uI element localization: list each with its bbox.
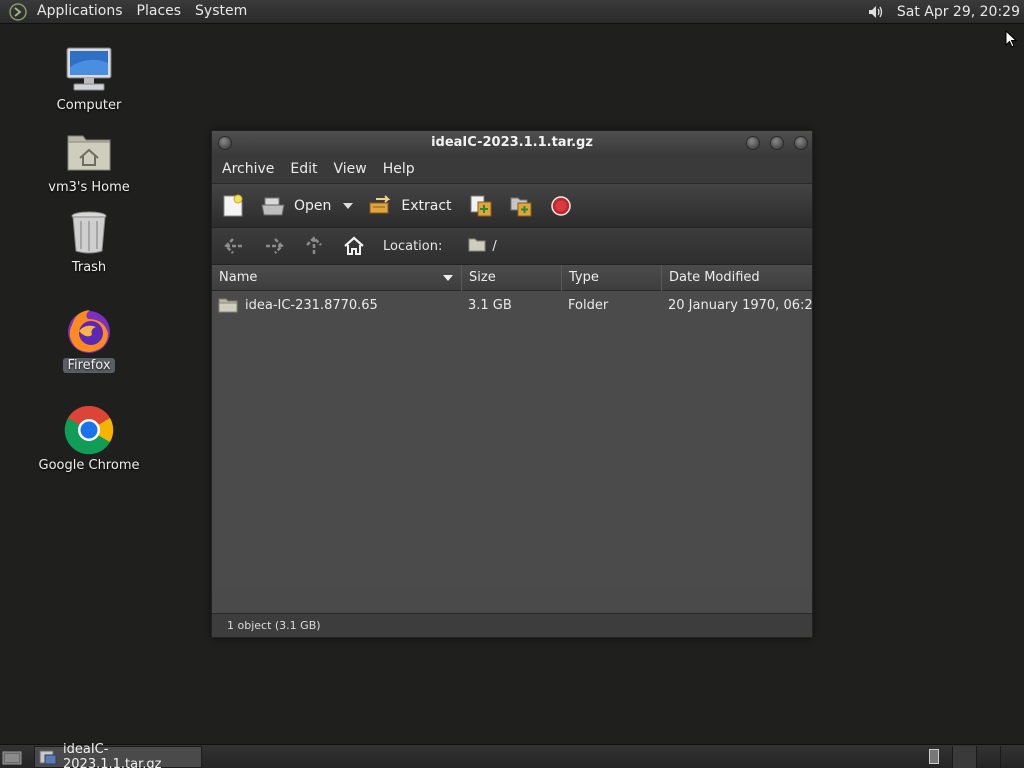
extract-icon [367,193,393,219]
taskbar-window-label: ideaIC-2023.1.1.tar.gz [63,741,162,768]
applications-menu[interactable]: Applications [30,0,130,24]
workspace-1[interactable] [952,745,976,768]
trash-applet-icon[interactable] [922,746,946,768]
menu-help[interactable]: Help [377,161,421,177]
menu-view[interactable]: View [328,161,373,177]
file-size: 3.1 GB [468,297,512,313]
up-arrow-icon[interactable] [300,232,328,260]
extract-label: Extract [401,197,452,214]
desktop-icon-label: Trash [71,260,107,275]
menu-archive[interactable]: Archive [216,161,280,177]
column-header-date[interactable]: Date Modified [662,265,812,291]
computer-icon [63,44,115,96]
desktop-icon-label: Computer [56,98,122,113]
workspace-2[interactable] [976,745,1000,768]
window-titlebar[interactable]: ideaIC-2023.1.1.tar.gz [212,131,812,155]
firefox-icon [63,304,115,356]
open-label: Open [294,197,332,214]
maximize-button[interactable] [770,136,784,150]
close-button[interactable] [794,136,808,150]
location-path-text: / [492,238,497,254]
desktop-icon-label: vm3's Home [48,180,130,195]
column-header-size-label: Size [469,269,496,285]
column-header-type-label: Type [569,269,599,285]
forward-arrow-icon[interactable] [260,232,288,260]
open-button[interactable]: Open [260,193,331,219]
menubar: Archive Edit View Help [212,155,812,183]
file-name-cell: idea-IC-231.8770.65 [212,297,462,313]
desktop-icon-chrome[interactable]: Google Chrome [34,404,144,473]
desktop-icon-home[interactable]: vm3's Home [34,126,144,195]
location-label: Location: [383,238,443,254]
desktop-icon-trash[interactable]: Trash [34,206,144,275]
back-arrow-icon[interactable] [220,232,248,260]
column-header-type[interactable]: Type [562,264,662,291]
chrome-icon [63,404,115,456]
toolbar: Open Extract [212,183,812,227]
add-files-icon[interactable] [468,193,494,219]
show-desktop-icon[interactable] [0,745,24,768]
column-header-date-label: Date Modified [669,269,760,285]
mouse-cursor-icon [1005,29,1018,52]
stop-icon[interactable] [548,193,574,219]
add-folder-icon[interactable] [508,193,534,219]
window-title: ideaIC-2023.1.1.tar.gz [431,135,593,150]
folder-icon [218,297,238,313]
column-header-name-label: Name [219,269,258,285]
home-folder-icon [63,126,115,178]
desktop-icon-label: Google Chrome [38,458,140,473]
menu-edit[interactable]: Edit [284,161,323,177]
clock[interactable]: Sat Apr 29, 20:29 [891,4,1024,20]
table-row[interactable]: idea-IC-231.8770.65 3.1 GB Folder 20 Jan… [212,292,812,318]
top-panel: Applications Places System Sat Apr 29, 2… [0,0,1024,24]
archive-icon [39,749,57,765]
trash-icon [63,206,115,258]
bottom-panel: ideaIC-2023.1.1.tar.gz [0,742,1024,768]
archive-manager-window: ideaIC-2023.1.1.tar.gz Archive Edit View… [211,130,813,638]
location-path[interactable]: / [468,237,497,256]
speaker-icon[interactable] [863,0,887,24]
file-date: 20 January 1970, 06:23 [668,297,812,313]
desktop-icon-label: Firefox [63,358,115,373]
sort-down-icon [443,274,453,281]
file-list[interactable]: idea-IC-231.8770.65 3.1 GB Folder 20 Jan… [212,292,812,587]
folder-icon [468,237,486,256]
home-icon[interactable] [340,232,368,260]
open-archive-icon [260,193,286,219]
minimize-button[interactable] [746,136,760,150]
column-header-name[interactable]: Name [212,264,462,291]
system-menu[interactable]: System [188,0,254,24]
file-name: idea-IC-231.8770.65 [245,297,378,313]
taskbar-window-button[interactable]: ideaIC-2023.1.1.tar.gz [34,742,202,768]
new-archive-icon[interactable] [220,193,246,219]
desktop-icon-firefox[interactable]: Firefox [34,304,144,373]
list-header: Name Size Type Date Modified [212,264,812,291]
places-menu[interactable]: Places [130,0,189,24]
open-dropdown-arrow[interactable] [343,202,354,209]
status-text: 1 object (3.1 GB) [227,619,321,632]
statusbar: 1 object (3.1 GB) [212,613,812,637]
workspace-3[interactable] [1000,745,1024,768]
file-type: Folder [568,297,609,313]
location-bar: Location: / [212,227,812,265]
gnome-foot-icon[interactable] [6,0,30,24]
desktop-icon-computer[interactable]: Computer [34,44,144,113]
column-header-size[interactable]: Size [462,264,562,291]
extract-button[interactable]: Extract [367,193,452,219]
